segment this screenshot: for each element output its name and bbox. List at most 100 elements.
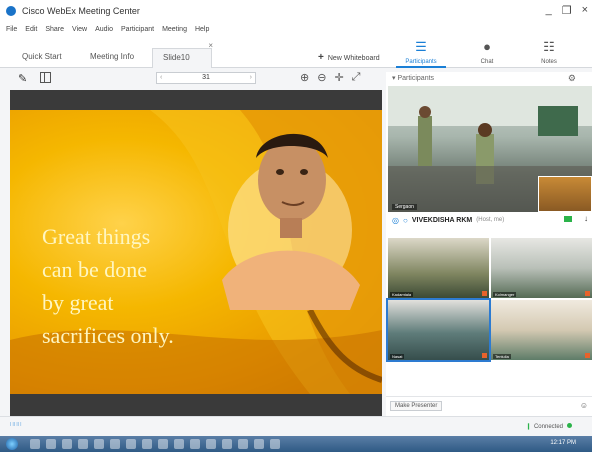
connection-status: ❙ Connected: [526, 423, 572, 430]
prev-page-icon[interactable]: ‹: [160, 73, 162, 83]
minimize-button[interactable]: _: [546, 4, 552, 17]
taskbar-app-icon[interactable]: [206, 439, 216, 449]
tab-slide10-label: Slide10: [163, 53, 190, 62]
connection-status-label: Connected: [533, 424, 563, 430]
menu-audio[interactable]: Audio: [95, 26, 113, 33]
participants-icon: ☰: [415, 39, 427, 54]
taskbar-app-icon[interactable]: [142, 439, 152, 449]
participants-footer: Make Presenter ☺: [386, 396, 592, 416]
gear-icon[interactable]: ⚙: [568, 73, 576, 84]
taskbar-app-icon[interactable]: [62, 439, 72, 449]
annotation-toolbar: ✎ ‹ 31 › ⊕ ⊖ ✛ ⤢: [8, 68, 382, 90]
connected-dot-icon: [567, 423, 572, 428]
tab-slide10[interactable]: Slide10 ×: [152, 41, 213, 68]
status-bar: ∷∷∷ ❙ Connected: [0, 416, 592, 436]
start-button-icon[interactable]: [6, 438, 18, 450]
participants-panel: ▾ Participants ⚙ Sergaon ◎ ○ VIVEKDISHA …: [386, 72, 592, 416]
quote-line: can be done: [42, 257, 148, 282]
video-tile-label: Nasat: [390, 354, 405, 359]
video-tile[interactable]: Kadamtala: [388, 238, 489, 298]
taskbar-app-icon[interactable]: [222, 439, 232, 449]
taskbar-app-icon[interactable]: [174, 439, 184, 449]
close-window-button[interactable]: ×: [582, 4, 588, 17]
tab-meeting-info[interactable]: Meeting Info: [80, 48, 144, 68]
menu-share[interactable]: Share: [45, 26, 64, 33]
user-icon[interactable]: ☺: [580, 401, 588, 410]
zoom-controls: ⊕ ⊖ ✛ ⤢: [300, 71, 360, 84]
tab-notes-label: Notes: [541, 59, 557, 65]
microphone-icon[interactable]: ↓: [584, 214, 588, 223]
title-bar: Cisco WebEx Meeting Center _ ❐ ×: [0, 0, 592, 22]
tab-participants[interactable]: ☰ Participants: [396, 40, 446, 68]
menu-participant[interactable]: Participant: [121, 26, 154, 33]
self-view-video[interactable]: [538, 176, 592, 212]
webex-logo-icon: [6, 6, 16, 16]
quote-line: by great: [42, 290, 114, 315]
camera-on-icon[interactable]: [564, 216, 572, 222]
restore-button[interactable]: ❐: [562, 4, 572, 17]
tab-chat[interactable]: ● Chat: [462, 39, 512, 66]
panel-toggle-icon[interactable]: [40, 72, 51, 83]
tile-status-icon: [482, 291, 487, 296]
menu-help[interactable]: Help: [195, 26, 209, 33]
taskbar-app-icon[interactable]: [238, 439, 248, 449]
zoom-out-icon[interactable]: ⊖: [317, 71, 326, 84]
tile-status-icon: [585, 291, 590, 296]
tab-quick-start[interactable]: Quick Start: [12, 48, 72, 68]
cisco-logo-icon: ∷∷∷: [10, 422, 22, 428]
main-video-label: Sergaon: [392, 204, 417, 210]
new-whiteboard-label: New Whiteboard: [327, 55, 380, 62]
taskbar-app-icon[interactable]: [254, 439, 264, 449]
video-grid: Kadamtala Kolmanger Nasat Tentulia: [386, 238, 592, 362]
fit-icon[interactable]: ✛: [334, 71, 343, 84]
windows-taskbar: 12:17 PM: [0, 436, 592, 452]
video-tile-label: Kolmanger: [493, 292, 517, 297]
taskbar-app-icon[interactable]: [110, 439, 120, 449]
slide-content: Great things can be done by great sacrif…: [10, 110, 382, 394]
active-speaker-bar: ◎ ○ VIVEKDISHA RKM (Host, me) ↓: [388, 212, 592, 228]
active-speaker-role: (Host, me): [476, 217, 505, 223]
pen-icon[interactable]: ✎: [18, 72, 27, 85]
chat-icon: ●: [483, 39, 491, 54]
slide-stage: Great things can be done by great sacrif…: [10, 90, 382, 416]
taskbar-app-icon[interactable]: [94, 439, 104, 449]
zoom-in-icon[interactable]: ⊕: [300, 71, 309, 84]
slide-quote: Great things can be done by great sacrif…: [42, 220, 174, 352]
video-tile[interactable]: Kolmanger: [491, 238, 592, 298]
menu-meeting[interactable]: Meeting: [162, 26, 187, 33]
taskbar-apps: [30, 439, 280, 449]
tab-chat-label: Chat: [480, 59, 494, 65]
taskbar-app-icon[interactable]: [270, 439, 280, 449]
notes-icon: ☷: [543, 39, 555, 54]
tab-participants-label: Participants: [405, 59, 437, 65]
close-tab-icon[interactable]: ×: [208, 41, 213, 50]
taskbar-app-icon[interactable]: [158, 439, 168, 449]
window-controls: _ ❐ ×: [546, 4, 588, 17]
make-presenter-button[interactable]: Make Presenter: [390, 401, 443, 411]
taskbar-app-icon[interactable]: [190, 439, 200, 449]
fullscreen-icon[interactable]: ⤢: [352, 71, 361, 84]
taskbar-app-icon[interactable]: [126, 439, 136, 449]
plus-icon: +: [318, 52, 324, 63]
menu-file[interactable]: File: [6, 26, 17, 33]
active-speaker-name: VIVEKDISHA RKM: [411, 216, 473, 224]
quote-line: Great things: [42, 224, 151, 249]
speaker-icon: ◎: [392, 215, 399, 225]
video-tile[interactable]: Tentulia: [491, 300, 592, 360]
page-selector[interactable]: ‹ 31 ›: [156, 72, 256, 84]
video-tile[interactable]: Nasat: [386, 298, 491, 362]
tab-notes[interactable]: ☷ Notes: [524, 39, 574, 66]
next-page-icon[interactable]: ›: [250, 73, 252, 83]
signal-icon: ❙: [525, 424, 531, 430]
participants-header[interactable]: ▾ Participants ⚙: [386, 72, 592, 86]
menu-bar: File Edit Share View Audio Participant M…: [0, 22, 592, 36]
new-whiteboard-button[interactable]: + New Whiteboard: [318, 52, 380, 63]
main-video[interactable]: Sergaon: [388, 86, 592, 212]
tile-status-icon: [482, 353, 487, 358]
taskbar-app-icon[interactable]: [30, 439, 40, 449]
taskbar-app-icon[interactable]: [78, 439, 88, 449]
menu-view[interactable]: View: [72, 26, 87, 33]
menu-edit[interactable]: Edit: [25, 26, 37, 33]
webex-window: Cisco WebEx Meeting Center _ ❐ × File Ed…: [0, 0, 592, 452]
taskbar-app-icon[interactable]: [46, 439, 56, 449]
